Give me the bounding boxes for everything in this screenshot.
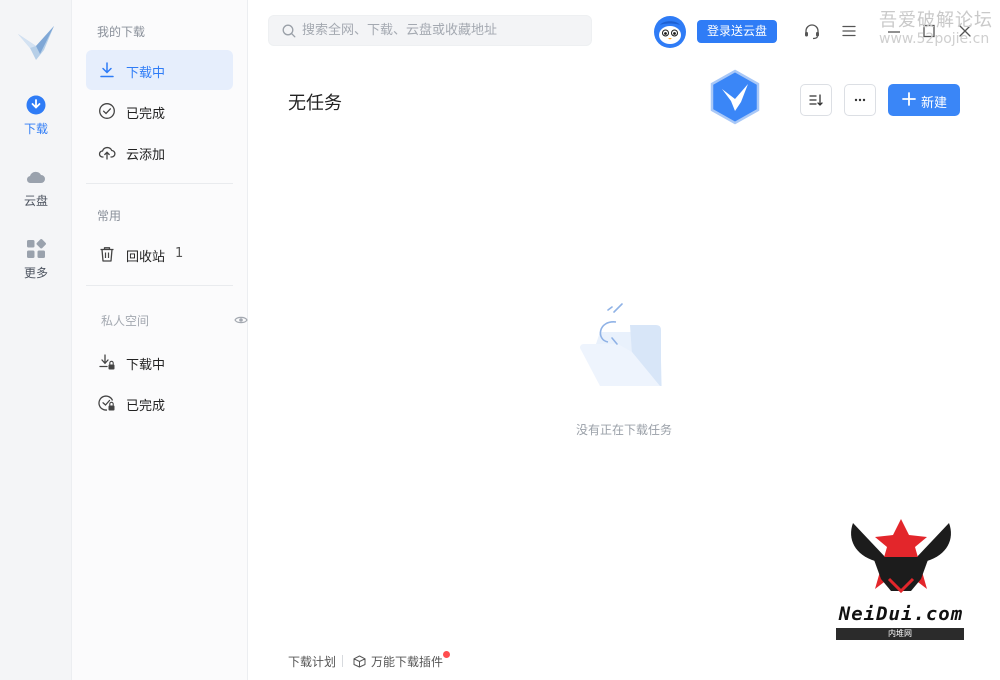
sort-icon <box>809 94 823 106</box>
sidebar-item-cloud-add[interactable]: 云添加 <box>86 132 233 172</box>
neidui-wordmark: NeiDui.com <box>838 603 964 625</box>
download-plan-link[interactable]: 下载计划 <box>288 653 336 670</box>
watermark-title: 吾爱破解论坛 <box>879 10 993 31</box>
app-rail: 下载 云盘 更多 <box>0 0 72 680</box>
neidui-subtext: 内堆网 <box>836 628 964 640</box>
global-search-box[interactable] <box>268 15 592 46</box>
sidebar-item-private-downloading[interactable]: 下载中 <box>86 342 233 382</box>
eye-icon[interactable] <box>234 313 248 327</box>
menu-icon[interactable] <box>840 22 858 40</box>
sidebar-item-recycle-bin[interactable]: 回收站 1 <box>86 234 233 274</box>
search-input[interactable] <box>302 16 582 45</box>
new-task-label: 新建 <box>921 96 948 111</box>
sidebar-item-label: 下载中 <box>126 358 166 373</box>
sidebar-item-label: 回收站 <box>126 250 166 265</box>
new-task-button[interactable]: 新建 <box>888 84 960 116</box>
more-dots-icon <box>854 98 866 102</box>
search-icon <box>282 24 296 38</box>
login-get-cloud-button[interactable]: 登录送云盘 <box>697 20 777 43</box>
trash-icon <box>100 247 114 262</box>
rail-item-more[interactable]: 更多 <box>0 238 72 294</box>
empty-state-text: 没有正在下载任务 <box>575 423 672 437</box>
sidebar-item-label: 云添加 <box>126 148 166 163</box>
sidebar-divider <box>86 183 233 184</box>
rail-item-download[interactable]: 下载 <box>0 94 72 150</box>
user-avatar[interactable] <box>654 16 686 48</box>
rail-label: 云盘 <box>23 194 48 208</box>
recycle-count-badge: 1 <box>175 246 184 261</box>
thunder-bird-logo <box>18 26 54 60</box>
sidebar-item-label: 下载中 <box>126 66 166 81</box>
plus-icon <box>902 92 916 106</box>
universal-download-plugin-link[interactable]: 万能下载插件 <box>371 653 443 670</box>
apps-grid-icon <box>27 239 46 258</box>
cube-plugin-icon <box>353 655 366 668</box>
cloud-upload-icon <box>98 146 116 160</box>
locked-download-icon <box>99 354 115 370</box>
group-title-my-downloads: 我的下载 <box>97 25 146 39</box>
page-title: 无任务 <box>288 93 342 114</box>
more-options-button[interactable] <box>844 84 876 116</box>
watermark-url: www.52pojie.cn <box>879 31 990 47</box>
rail-label: 下载 <box>23 122 48 136</box>
group-title-common: 常用 <box>97 209 122 223</box>
sidebar-divider <box>86 285 233 286</box>
sidebar-item-label: 已完成 <box>126 399 166 414</box>
rail-label: 更多 <box>23 266 48 280</box>
locked-check-icon <box>98 395 115 411</box>
cloud-icon <box>26 171 45 184</box>
empty-folder-illustration-icon <box>580 303 662 386</box>
sort-button[interactable] <box>800 84 832 116</box>
download-sidebar: 我的下载 下载中 已完成 云添加 常用 回收站 1 私人空间 下载中 已完成 <box>72 0 248 680</box>
sidebar-item-private-completed[interactable]: 已完成 <box>86 383 233 423</box>
check-circle-icon <box>99 103 115 119</box>
sidebar-item-downloading[interactable]: 下载中 <box>86 50 233 90</box>
footer-divider <box>342 655 343 667</box>
headset-support-icon[interactable] <box>803 22 821 40</box>
sidebar-item-completed[interactable]: 已完成 <box>86 91 233 131</box>
sidebar-item-label: 已完成 <box>126 107 166 122</box>
notification-dot <box>443 651 450 658</box>
download-icon <box>100 62 114 78</box>
thunder-hex-badge-icon[interactable] <box>708 69 762 125</box>
rail-item-cloud[interactable]: 云盘 <box>0 166 72 222</box>
group-title-private-space: 私人空间 <box>101 314 150 328</box>
download-circle-icon <box>26 95 46 115</box>
